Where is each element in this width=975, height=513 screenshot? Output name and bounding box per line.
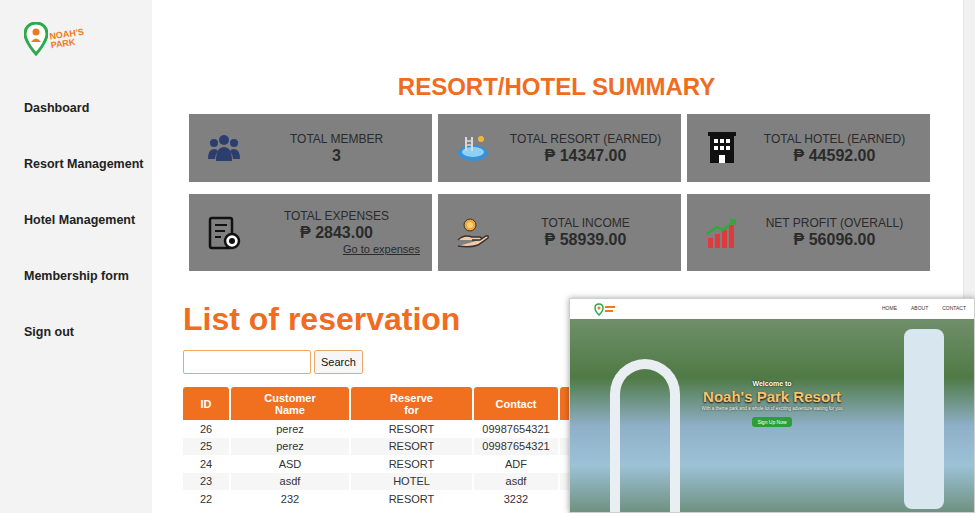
column-header: ID	[183, 387, 229, 420]
card-value: ₱ 14347.00	[490, 146, 681, 165]
card-body: TOTAL HOTEL (EARNED)₱ 44592.00	[739, 117, 930, 180]
table-cell: perez	[231, 438, 349, 456]
table-cell: RESORT	[351, 420, 472, 438]
card-body: TOTAL INCOME₱ 58939.00	[490, 201, 681, 264]
card-label: TOTAL HOTEL (EARNED)	[739, 132, 930, 146]
hero-welcome: Welcome to	[752, 379, 791, 388]
summary-card: NET PROFIT (OVERALL)₱ 56096.00	[687, 194, 930, 271]
people-icon	[207, 131, 241, 165]
column-label: Reserve for	[390, 392, 433, 416]
preview-logo-icon	[594, 303, 616, 316]
summary-card: TOTAL HOTEL (EARNED)₱ 44592.00	[687, 114, 930, 182]
table-cell: RESORT	[351, 438, 472, 456]
hero-title: Noah's Park Resort	[703, 388, 841, 406]
logo-line: PARK	[50, 37, 86, 51]
card-value: ₱ 56096.00	[739, 230, 930, 249]
logo[interactable]: NOAH'SPARK	[24, 22, 152, 56]
sidebar-item[interactable]: Dashboard	[24, 100, 152, 116]
preview-navbar: HOME ABOUT CONTACT	[570, 299, 974, 319]
table-cell: ADF	[474, 455, 558, 473]
preview-nav-item[interactable]: CONTACT	[942, 305, 966, 313]
sidebar: NOAH'SPARK Dashboard Resort Management Hote…	[0, 0, 152, 513]
column-label: ID	[201, 398, 212, 410]
sidebar-item[interactable]: Resort Management	[24, 156, 152, 172]
table-cell: 25	[183, 438, 229, 456]
preview-hero: Welcome toNoah's Park ResortWith a theme…	[570, 319, 974, 513]
preview-nav-item[interactable]: HOME	[882, 305, 897, 313]
invoice-icon	[207, 216, 241, 250]
table-cell: 232	[231, 490, 349, 508]
search-input[interactable]	[183, 350, 311, 374]
hero-photo-slide	[904, 329, 944, 509]
sidebar-item[interactable]: Membership form	[24, 268, 152, 284]
table-cell: asdf	[231, 473, 349, 491]
table-cell: RESORT	[351, 455, 472, 473]
summary-card: TOTAL MEMBER3	[189, 114, 432, 182]
table-cell: HOTEL	[351, 473, 472, 491]
card-body: NET PROFIT (OVERALL)₱ 56096.00	[739, 201, 930, 264]
expenses-link[interactable]: Go to expenses	[241, 242, 432, 256]
table-cell: asdf	[474, 473, 558, 491]
table-cell: 26	[183, 420, 229, 438]
card-value: ₱ 44592.00	[739, 146, 930, 165]
table-cell: RESORT	[351, 490, 472, 508]
hero-content: Welcome toNoah's Park ResortWith a theme…	[570, 319, 974, 513]
table-cell: ASD	[231, 455, 349, 473]
table-cell: 09987654321	[474, 420, 558, 438]
column-header: Reserve for	[351, 387, 472, 420]
summary-card: TOTAL INCOME₱ 58939.00	[438, 194, 681, 271]
hand-coin-icon	[456, 216, 490, 250]
table-cell: 09987654321	[474, 438, 558, 456]
logo-text: NOAH'SPARK	[49, 28, 86, 51]
table-cell: perez	[231, 420, 349, 438]
card-value: ₱ 2843.00	[241, 223, 432, 242]
table-cell: 22	[183, 490, 229, 508]
search-button[interactable]: Search	[314, 350, 363, 374]
column-header: Contact	[474, 387, 558, 420]
card-label: NET PROFIT (OVERALL)	[739, 216, 930, 230]
sidebar-item[interactable]: Sign out	[24, 324, 152, 340]
preview-nav-item[interactable]: ABOUT	[911, 305, 928, 313]
card-label: TOTAL MEMBER	[241, 132, 432, 146]
sidebar-menu: Dashboard Resort Management Hotel Manageme…	[24, 100, 152, 380]
preview-nav-links: HOME ABOUT CONTACT	[868, 305, 966, 313]
logo-pin-icon	[24, 22, 48, 56]
card-body: TOTAL MEMBER3	[241, 117, 432, 180]
card-body: TOTAL EXPENSES₱ 2843.00Go to expenses	[241, 194, 432, 271]
sidebar-item[interactable]: Hotel Management	[24, 212, 152, 228]
card-body: TOTAL RESORT (EARNED)₱ 14347.00	[490, 117, 681, 180]
building-icon	[705, 131, 739, 165]
hero-photo-arch	[610, 359, 680, 513]
table-cell: 24	[183, 455, 229, 473]
table-cell: 23	[183, 473, 229, 491]
card-value: ₱ 58939.00	[490, 230, 681, 249]
chart-icon	[705, 216, 739, 250]
summary-card: TOTAL EXPENSES₱ 2843.00Go to expenses	[189, 194, 432, 271]
website-preview-window: HOME ABOUT CONTACT Welcome toNoah's Park Re…	[569, 298, 975, 513]
hero-subtitle: With a theme park and a whole lot of exc…	[701, 406, 842, 412]
pool-icon	[456, 131, 490, 165]
table-cell: 3232	[474, 490, 558, 508]
summary-title: RESORT/HOTEL SUMMARY	[183, 72, 930, 101]
card-label: TOTAL RESORT (EARNED)	[490, 132, 681, 146]
column-header: Customer Name	[231, 387, 349, 420]
signup-button[interactable]: Sign Up Now	[752, 417, 791, 427]
summary-card: TOTAL RESORT (EARNED)₱ 14347.00	[438, 114, 681, 182]
card-label: TOTAL EXPENSES	[241, 209, 432, 223]
card-label: TOTAL INCOME	[490, 216, 681, 230]
column-label: Contact	[496, 398, 537, 410]
column-label: Customer Name	[264, 392, 315, 416]
card-value: 3	[241, 146, 432, 165]
summary-cards: TOTAL MEMBER3 TOTAL RESORT (EARNED)₱ 1434…	[189, 114, 930, 271]
